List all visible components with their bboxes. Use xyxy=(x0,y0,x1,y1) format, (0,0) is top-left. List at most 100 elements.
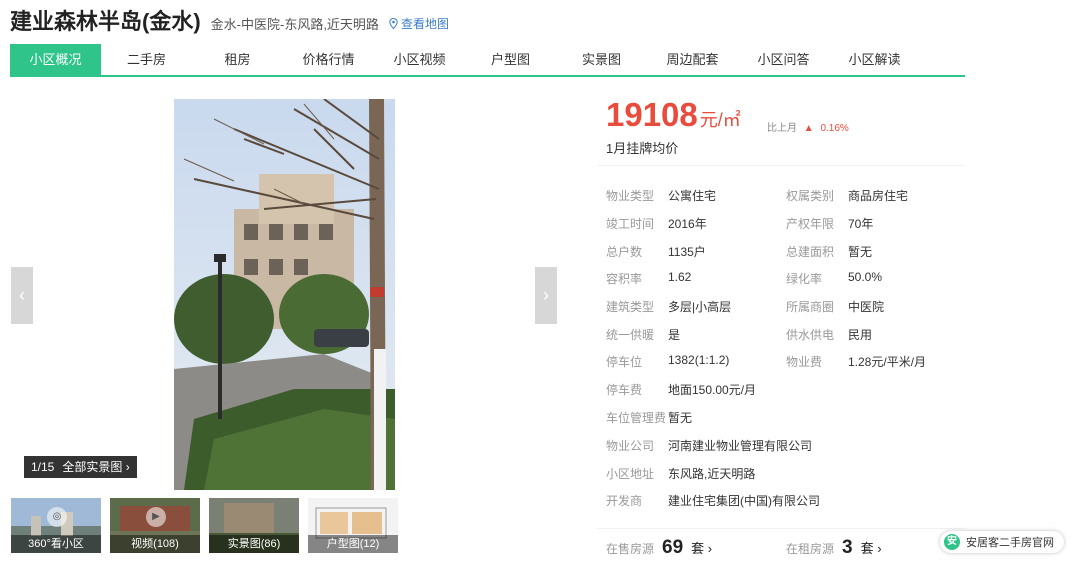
info-green-rate: 绿化率 50.0% xyxy=(786,270,882,286)
tab-video[interactable]: 小区视频 xyxy=(374,44,465,75)
info-label: 停车位 xyxy=(606,355,643,369)
map-pin-icon xyxy=(389,18,398,29)
info-developer: 开发商 建业住宅集团(中国)有限公司 xyxy=(606,492,820,508)
view-map-link[interactable]: 查看地图 xyxy=(389,15,449,32)
info-value: 公寓住宅 xyxy=(668,189,717,203)
info-value: 1382(1:1.2) xyxy=(668,353,730,367)
info-label: 物业类型 xyxy=(606,189,655,203)
info-value: 70年 xyxy=(848,217,874,231)
info-label: 竣工时间 xyxy=(606,217,655,231)
info-building-type: 建筑类型 多层|小高层 xyxy=(606,298,731,314)
info-households: 总户数 1135户 xyxy=(606,243,706,259)
price-caption: 1月挂牌均价 xyxy=(606,141,679,156)
info-ownership: 权属类别 商品房住宅 xyxy=(786,187,908,203)
info-value: 1.28元/平米/月 xyxy=(848,355,927,369)
tab-second-hand[interactable]: 二手房 xyxy=(101,44,192,75)
info-utilities: 供水供电 民用 xyxy=(786,326,872,342)
thumb-photos-label: 实景图(86) xyxy=(209,535,299,553)
for-sale-unit: 套 › xyxy=(691,541,713,556)
price-compare: 比上月 ▲ 0.16% xyxy=(767,119,849,134)
info-value: 50.0% xyxy=(848,270,883,284)
thumbnail-strip: ◎ 360°看小区 ▶ 视频(108) 实景图(86) 户型图(12) xyxy=(11,498,398,553)
chevron-right-icon: › xyxy=(543,285,549,305)
info-property-type: 物业类型 公寓住宅 xyxy=(606,187,716,203)
thumb-video[interactable]: ▶ 视频(108) xyxy=(110,498,200,553)
thumb-360[interactable]: ◎ 360°看小区 xyxy=(11,498,101,553)
info-address: 小区地址 东风路,近天明路 xyxy=(606,465,755,481)
watermark-badge: 安 安居客二手房官网 xyxy=(940,531,1064,553)
info-value: 中医院 xyxy=(848,300,885,314)
tab-price-trend[interactable]: 价格行情 xyxy=(283,44,374,75)
info-property-company: 物业公司 河南建业物业管理有限公司 xyxy=(606,437,812,453)
for-sale-link[interactable]: 在售房源 69 套 › xyxy=(606,537,712,559)
info-parking-fee: 停车费 地面150.00元/月 xyxy=(606,381,756,397)
tab-analysis[interactable]: 小区解读 xyxy=(829,44,920,75)
info-value: 暂无 xyxy=(848,245,873,259)
price-block: 19108 元/㎡ xyxy=(606,96,741,134)
main-photo[interactable] xyxy=(174,99,395,490)
play-icon: ▶ xyxy=(146,507,166,527)
compare-value: 0.16% xyxy=(820,123,849,134)
photo-counter[interactable]: 1/15 全部实景图 › xyxy=(24,456,137,478)
info-parking: 停车位 1382(1:1.2) xyxy=(606,353,729,369)
next-photo-button[interactable]: › xyxy=(535,267,557,324)
divider xyxy=(597,528,965,529)
info-label: 绿化率 xyxy=(786,272,823,286)
info-value: 2016年 xyxy=(668,217,707,231)
info-label: 统一供暖 xyxy=(606,328,655,342)
info-parking-mgmt: 车位管理费 暂无 xyxy=(606,409,692,425)
photo-index: 1/15 xyxy=(31,460,55,474)
info-label: 总户数 xyxy=(606,245,643,259)
info-label: 建筑类型 xyxy=(606,300,655,314)
tab-bar: 小区概况 二手房 租房 价格行情 小区视频 户型图 实景图 周边配套 小区问答 … xyxy=(10,44,965,77)
thumb-floorplan[interactable]: 户型图(12) xyxy=(308,498,398,553)
chevron-left-icon: ‹ xyxy=(19,285,25,305)
prev-photo-button[interactable]: ‹ xyxy=(11,267,33,324)
info-label: 权属类别 xyxy=(786,189,835,203)
tab-qa[interactable]: 小区问答 xyxy=(738,44,829,75)
info-label: 物业费 xyxy=(786,355,823,369)
info-label: 供水供电 xyxy=(786,328,835,342)
average-price: 19108 xyxy=(606,96,698,133)
info-value: 1135户 xyxy=(668,245,706,259)
info-value: 1.62 xyxy=(668,270,692,284)
divider xyxy=(597,165,965,166)
info-label: 容积率 xyxy=(606,272,643,286)
info-value: 暂无 xyxy=(668,411,693,425)
all-photos-link[interactable]: 全部实景图 › xyxy=(62,456,129,478)
location-text: 金水-中医院-东风路,近天明路 xyxy=(210,17,379,32)
for-rent-unit: 套 › xyxy=(860,541,882,556)
info-total-area: 总建面积 暂无 xyxy=(786,243,872,259)
info-label: 停车费 xyxy=(606,383,643,397)
for-rent-link[interactable]: 在租房源 3 套 › xyxy=(786,537,882,559)
for-rent-count: 3 xyxy=(842,537,853,558)
info-value: 地面150.00元/月 xyxy=(668,383,757,397)
info-value: 建业住宅集团(中国)有限公司 xyxy=(668,494,820,508)
compare-label: 比上月 xyxy=(767,123,797,134)
page-header: 建业森林半岛(金水) 金水-中医院-东风路,近天明路 查看地图 xyxy=(10,4,449,36)
tab-overview[interactable]: 小区概况 xyxy=(10,44,101,75)
tab-surroundings[interactable]: 周边配套 xyxy=(647,44,738,75)
info-value: 商品房住宅 xyxy=(848,189,909,203)
info-completion: 竣工时间 2016年 xyxy=(606,215,707,231)
tab-floorplan[interactable]: 户型图 xyxy=(465,44,556,75)
info-value: 多层|小高层 xyxy=(668,300,732,314)
info-business-area: 所属商圈 中医院 xyxy=(786,298,884,314)
for-rent-label: 在租房源 xyxy=(786,542,835,556)
info-value: 东风路,近天明路 xyxy=(668,467,756,481)
for-sale-count: 69 xyxy=(662,537,684,558)
thumb-photos[interactable]: 实景图(86) xyxy=(209,498,299,553)
panorama-icon: ◎ xyxy=(47,507,67,527)
info-label: 所属商圈 xyxy=(786,300,835,314)
for-sale-label: 在售房源 xyxy=(606,542,655,556)
info-label: 物业公司 xyxy=(606,439,655,453)
info-value: 是 xyxy=(668,328,681,342)
info-label: 产权年限 xyxy=(786,217,835,231)
info-value: 河南建业物业管理有限公司 xyxy=(668,439,813,453)
info-label: 小区地址 xyxy=(606,467,655,481)
tab-rent[interactable]: 租房 xyxy=(192,44,283,75)
tab-photos[interactable]: 实景图 xyxy=(556,44,647,75)
thumb-360-label: 360°看小区 xyxy=(11,535,101,553)
info-heating: 统一供暖 是 xyxy=(606,326,680,342)
info-label: 车位管理费 xyxy=(606,411,667,425)
